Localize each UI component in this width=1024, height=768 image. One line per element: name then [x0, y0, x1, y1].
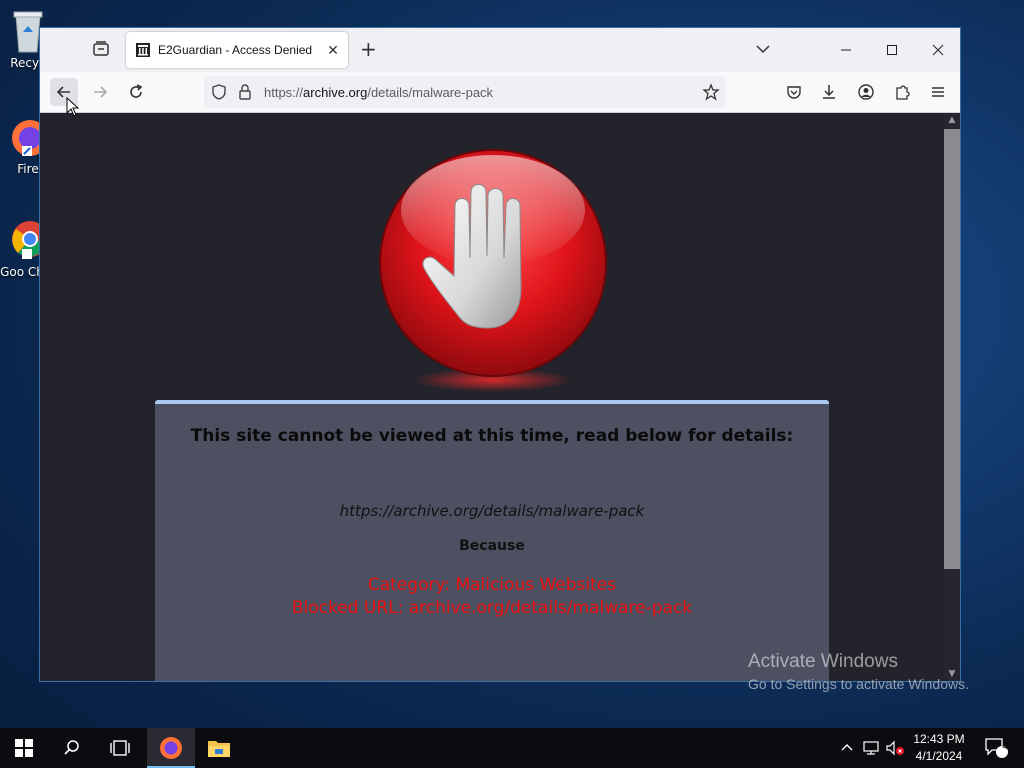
task-view-button[interactable] [96, 728, 144, 768]
block-headline: This site cannot be viewed at this time,… [190, 426, 794, 446]
speaker-muted-icon [886, 740, 904, 756]
block-reason-text: Blocked URL: archive.org/details/malware… [291, 598, 693, 618]
minimize-icon [841, 49, 851, 51]
account-icon [858, 84, 874, 100]
extensions-button[interactable] [888, 78, 916, 106]
maximize-icon [887, 45, 897, 55]
clock-time: 12:43 PM [913, 732, 965, 746]
browser-window: E2Guardian - Access Denied ✕ + https://a… [39, 27, 961, 682]
reload-button[interactable] [122, 78, 150, 106]
pocket-button[interactable] [780, 78, 808, 106]
reload-icon [130, 84, 143, 98]
search-icon [64, 740, 79, 755]
archive-favicon-icon [136, 43, 150, 57]
lock-icon [239, 84, 251, 100]
close-window-button[interactable] [915, 28, 961, 72]
scrollbar-thumb[interactable] [944, 129, 960, 569]
clock[interactable]: 12:43 PM 4/1/2024 [906, 731, 972, 765]
task-view-icon [110, 740, 130, 756]
url-host: archive.org [303, 85, 368, 100]
chevron-down-icon [756, 45, 770, 54]
tab-title: E2Guardian - Access Denied [158, 43, 313, 57]
action-center-button[interactable]: 4 [978, 728, 1014, 768]
clock-date: 4/1/2024 [915, 749, 963, 763]
close-icon [932, 44, 944, 56]
activate-windows-watermark: Activate Windows Go to Settings to activ… [748, 651, 969, 692]
hamburger-menu-icon [932, 87, 944, 97]
arrow-right-icon [94, 86, 108, 98]
because-label: Because [459, 538, 525, 554]
chevron-up-icon [841, 744, 853, 751]
downloads-button[interactable] [815, 78, 843, 106]
block-message-panel: This site cannot be viewed at this time,… [155, 400, 829, 681]
account-button[interactable] [852, 78, 880, 106]
minimize-button[interactable] [823, 28, 869, 72]
scroll-up-arrow[interactable]: ▲ [944, 113, 960, 127]
tab-access-denied[interactable]: E2Guardian - Access Denied ✕ [126, 32, 348, 68]
stop-hand-icon [379, 149, 607, 392]
tab-close-icon[interactable]: ✕ [322, 42, 344, 59]
pocket-icon [787, 86, 801, 99]
forward-button[interactable] [86, 78, 114, 106]
blocked-url-text: https://archive.org/details/malware-pack [339, 502, 645, 520]
maximize-button[interactable] [869, 28, 915, 72]
tab-bar: E2Guardian - Access Denied ✕ + [40, 28, 960, 72]
url-scheme: https:// [264, 85, 304, 100]
address-bar[interactable]: https://archive.org/details/malware-pack [204, 76, 726, 108]
puzzle-icon [896, 85, 910, 100]
page-content: This site cannot be viewed at this time,… [40, 113, 944, 681]
vertical-scrollbar[interactable]: ▲ ▼ [944, 113, 960, 681]
activate-windows-title: Activate Windows [748, 651, 898, 672]
block-category-text: Category: Malicious Websites [367, 575, 617, 595]
network-icon [863, 741, 879, 755]
url-text: https://archive.org/details/malware-pack [264, 85, 493, 100]
network-status-button[interactable] [860, 728, 882, 768]
firefox-view-icon [93, 41, 109, 56]
list-all-tabs-button[interactable] [754, 40, 772, 62]
search-button[interactable] [48, 728, 96, 768]
download-icon [823, 85, 835, 99]
navigation-toolbar: https://archive.org/details/malware-pack [40, 72, 960, 113]
folder-icon [208, 741, 230, 757]
start-button[interactable] [0, 728, 48, 768]
bookmark-star-icon[interactable] [702, 83, 720, 101]
notification-count-badge: 4 [1002, 741, 1008, 752]
show-hidden-icons-button[interactable] [838, 728, 856, 768]
taskbar-file-explorer-button[interactable] [195, 728, 243, 768]
volume-button[interactable] [884, 728, 906, 768]
new-tab-button[interactable]: + [360, 39, 377, 59]
firefox-view-button[interactable] [90, 38, 112, 60]
activate-windows-subtitle: Go to Settings to activate Windows. [748, 676, 969, 692]
taskbar-firefox-button[interactable] [147, 728, 195, 768]
taskbar: 12:43 PM 4/1/2024 4 [0, 728, 1024, 768]
url-path: /details/malware-pack [367, 85, 494, 100]
firefox-icon [160, 737, 182, 759]
app-menu-button[interactable] [924, 78, 952, 106]
mouse-cursor-icon [66, 97, 80, 117]
windows-logo-icon [15, 739, 33, 757]
shield-icon [212, 84, 226, 100]
